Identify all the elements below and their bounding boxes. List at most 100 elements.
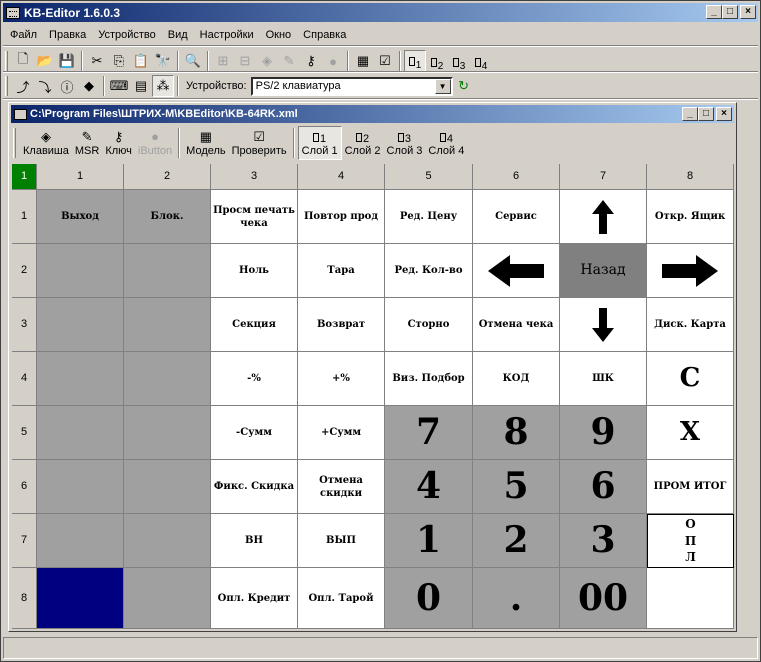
- document-icon[interactable]: ▤: [130, 75, 152, 97]
- clear-icon[interactable]: ◆: [78, 75, 100, 97]
- layer-1-button[interactable]: 1: [404, 50, 426, 72]
- key-cell[interactable]: 3: [560, 514, 647, 568]
- layer-3-tab[interactable]: 3 Слой 3: [384, 126, 426, 160]
- menu-help[interactable]: Справка: [297, 29, 352, 41]
- key-cell[interactable]: +Сумм: [298, 406, 385, 460]
- key-cell[interactable]: Виз. Подбор: [385, 352, 473, 406]
- arrow-left-icon[interactable]: [473, 244, 560, 298]
- key-cell[interactable]: Блок.: [124, 190, 211, 244]
- key-cell[interactable]: 0: [385, 568, 473, 629]
- ibutton-icon[interactable]: ●: [322, 50, 344, 72]
- menu-settings[interactable]: Настройки: [194, 29, 260, 41]
- key-cell[interactable]: Секция: [211, 298, 298, 352]
- key-cell[interactable]: [37, 460, 124, 514]
- column-header[interactable]: 7: [560, 164, 647, 190]
- row-header[interactable]: 6: [12, 460, 37, 514]
- key-cell[interactable]: КОД: [473, 352, 560, 406]
- key-cell[interactable]: Просм печать чека: [211, 190, 298, 244]
- key-icon[interactable]: ⚷: [300, 50, 322, 72]
- key-cell[interactable]: Повтор прод: [298, 190, 385, 244]
- key-cell[interactable]: Ред. Цену: [385, 190, 473, 244]
- menu-window[interactable]: Окно: [260, 29, 298, 41]
- paste-icon[interactable]: 📋: [130, 50, 152, 72]
- menu-edit[interactable]: Правка: [43, 29, 92, 41]
- row-header[interactable]: 4: [12, 352, 37, 406]
- key-cell[interactable]: [37, 514, 124, 568]
- preview-icon[interactable]: 🔍: [182, 50, 204, 72]
- key-cell[interactable]: Опл. Кредит: [211, 568, 298, 629]
- key-cell[interactable]: Сервис: [473, 190, 560, 244]
- arrow-up-icon[interactable]: [560, 190, 647, 244]
- key-cell[interactable]: 00: [560, 568, 647, 629]
- key-cell[interactable]: 1: [385, 514, 473, 568]
- key-cell[interactable]: Ноль: [211, 244, 298, 298]
- key-cell[interactable]: [37, 244, 124, 298]
- column-header[interactable]: 3: [211, 164, 298, 190]
- row-header[interactable]: 1: [12, 190, 37, 244]
- key-cell[interactable]: 5: [473, 460, 560, 514]
- key-cell[interactable]: [124, 514, 211, 568]
- key-cell[interactable]: ВЫП: [298, 514, 385, 568]
- column-header[interactable]: 6: [473, 164, 560, 190]
- key-cell[interactable]: ПРОМ ИТОГ: [647, 460, 734, 514]
- info-icon[interactable]: ⓘ: [56, 75, 78, 97]
- arrow-right-icon[interactable]: [647, 244, 734, 298]
- row-header[interactable]: 7: [12, 514, 37, 568]
- key-cell[interactable]: Диск. Карта: [647, 298, 734, 352]
- device-select[interactable]: PS/2 клавиатура ▼: [250, 76, 453, 96]
- key-cell[interactable]: 2: [473, 514, 560, 568]
- key-cell[interactable]: -%: [211, 352, 298, 406]
- key-cell[interactable]: 6: [560, 460, 647, 514]
- layer-4-tab[interactable]: 4 Слой 4: [425, 126, 467, 160]
- toolbar-grip[interactable]: [5, 76, 8, 96]
- key-cell[interactable]: [124, 406, 211, 460]
- key-cell[interactable]: [37, 406, 124, 460]
- check-icon[interactable]: ☑: [374, 50, 396, 72]
- add-key-icon[interactable]: ⊞: [212, 50, 234, 72]
- minimize-button[interactable]: _: [706, 5, 722, 19]
- key-cell[interactable]: Фикс. Скидка: [211, 460, 298, 514]
- tree-icon[interactable]: ⁂: [152, 75, 174, 97]
- tool-ibutton-button[interactable]: ● iButton: [135, 126, 175, 160]
- layer-2-tab[interactable]: 2 Слой 2: [342, 126, 384, 160]
- save-icon[interactable]: 💾: [56, 50, 78, 72]
- key-cell[interactable]: Назад: [560, 244, 647, 298]
- key-cell[interactable]: [37, 568, 124, 629]
- key-cell[interactable]: 9: [560, 406, 647, 460]
- column-header[interactable]: 4: [298, 164, 385, 190]
- key-cell[interactable]: Отмена скидки: [298, 460, 385, 514]
- maximize-button[interactable]: □: [722, 5, 738, 19]
- key-cell[interactable]: [37, 298, 124, 352]
- key-cell[interactable]: ВН: [211, 514, 298, 568]
- grid-corner[interactable]: 1: [12, 164, 37, 190]
- doc-minimize-button[interactable]: _: [682, 107, 698, 121]
- cut-icon[interactable]: ✂: [86, 50, 108, 72]
- tool-msr-button[interactable]: ✎ MSR: [72, 126, 102, 160]
- menu-device[interactable]: Устройство: [92, 29, 162, 41]
- key-cell[interactable]: Сторно: [385, 298, 473, 352]
- key-cell[interactable]: [124, 460, 211, 514]
- key-cell[interactable]: ШК: [560, 352, 647, 406]
- column-header[interactable]: 1: [37, 164, 124, 190]
- key-cell[interactable]: Откр. Ящик: [647, 190, 734, 244]
- verify-button[interactable]: ☑ Проверить: [229, 126, 290, 160]
- column-header[interactable]: 5: [385, 164, 473, 190]
- doc-close-button[interactable]: ×: [716, 107, 732, 121]
- remove-key-icon[interactable]: ⊟: [234, 50, 256, 72]
- key-cell[interactable]: 4: [385, 460, 473, 514]
- copy-icon[interactable]: ⎘: [108, 50, 130, 72]
- toolbar-grip[interactable]: [13, 128, 16, 158]
- key-cell[interactable]: С: [647, 352, 734, 406]
- layer-1-tab[interactable]: 1 Слой 1: [297, 126, 342, 160]
- find-icon[interactable]: 🔭: [152, 50, 174, 72]
- key-cell[interactable]: 8: [473, 406, 560, 460]
- read-device-icon[interactable]: ⤴: [12, 75, 34, 97]
- doc-maximize-button[interactable]: □: [698, 107, 714, 121]
- tool-key-button[interactable]: ◈ Клавиша: [20, 126, 72, 160]
- key-cell[interactable]: Тара: [298, 244, 385, 298]
- write-device-icon[interactable]: ⤵: [34, 75, 56, 97]
- tool-lock-button[interactable]: ⚷ Ключ: [102, 126, 135, 160]
- key-cell[interactable]: [124, 352, 211, 406]
- key-cell[interactable]: О П Л: [647, 514, 734, 568]
- key-cell[interactable]: .: [473, 568, 560, 629]
